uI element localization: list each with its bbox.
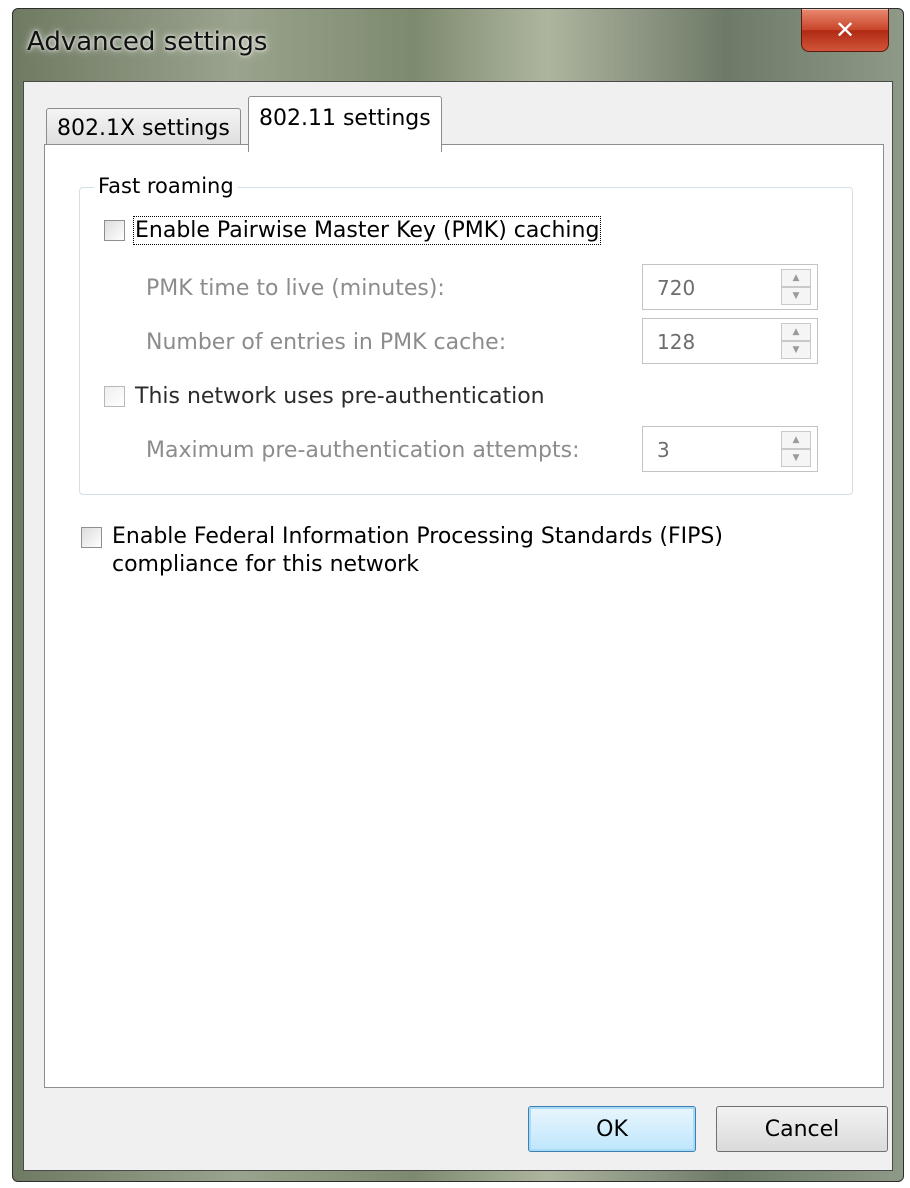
fast-roaming-legend: Fast roaming bbox=[94, 174, 238, 198]
pmk-caching-label[interactable]: Enable Pairwise Master Key (PMK) caching bbox=[132, 216, 602, 245]
pmk-entries-row: Number of entries in PMK cache: bbox=[146, 330, 506, 355]
pre-auth-checkbox[interactable] bbox=[104, 386, 125, 407]
pre-auth-attempts-spin-buttons: ▲ ▼ bbox=[781, 431, 811, 467]
advanced-settings-dialog: Advanced settings ✕ 802.1X settings 802.… bbox=[12, 8, 904, 1182]
spin-up-icon[interactable]: ▲ bbox=[781, 431, 811, 449]
pre-auth-attempts-label: Maximum pre-authentication attempts: bbox=[146, 438, 580, 463]
pmk-entries-spin-buttons: ▲ ▼ bbox=[781, 323, 811, 359]
spin-up-icon[interactable]: ▲ bbox=[781, 323, 811, 341]
pmk-entries-spinner[interactable]: 128 ▲ ▼ bbox=[642, 318, 818, 364]
tab-panel: Fast roaming Enable Pairwise Master Key … bbox=[44, 144, 884, 1088]
pmk-caching-checkbox[interactable] bbox=[104, 220, 125, 241]
pmk-ttl-value[interactable]: 720 bbox=[657, 265, 695, 311]
spin-down-icon[interactable]: ▼ bbox=[781, 341, 811, 359]
fips-checkbox[interactable] bbox=[81, 527, 102, 548]
pmk-entries-value[interactable]: 128 bbox=[657, 319, 695, 365]
spin-down-icon[interactable]: ▼ bbox=[781, 287, 811, 305]
tab-80211-settings[interactable]: 802.11 settings bbox=[248, 96, 442, 152]
pre-auth-attempts-spinner[interactable]: 3 ▲ ▼ bbox=[642, 426, 818, 472]
fips-label-line1: Enable Federal Information Processing St… bbox=[112, 524, 723, 549]
pmk-caching-row[interactable]: Enable Pairwise Master Key (PMK) caching bbox=[104, 216, 602, 245]
fips-label-line2: compliance for this network bbox=[112, 552, 419, 577]
close-icon: ✕ bbox=[834, 16, 856, 44]
pmk-entries-label: Number of entries in PMK cache: bbox=[146, 330, 507, 355]
cancel-button[interactable]: Cancel bbox=[716, 1106, 888, 1152]
pmk-ttl-spin-buttons: ▲ ▼ bbox=[781, 269, 811, 305]
pmk-ttl-spinner[interactable]: 720 ▲ ▼ bbox=[642, 264, 818, 310]
fast-roaming-group: Fast roaming Enable Pairwise Master Key … bbox=[79, 174, 853, 495]
pre-auth-label[interactable]: This network uses pre-authentication bbox=[135, 384, 545, 409]
spin-up-icon[interactable]: ▲ bbox=[781, 269, 811, 287]
title-bar[interactable]: Advanced settings ✕ bbox=[13, 9, 903, 81]
spin-down-icon[interactable]: ▼ bbox=[781, 449, 811, 467]
fips-row[interactable]: Enable Federal Information Processing St… bbox=[81, 523, 723, 579]
pre-auth-row[interactable]: This network uses pre-authentication bbox=[104, 384, 545, 409]
ok-button[interactable]: OK bbox=[528, 1106, 696, 1152]
pmk-ttl-row: PMK time to live (minutes): bbox=[146, 276, 445, 301]
dialog-title: Advanced settings bbox=[27, 27, 268, 57]
pre-auth-attempts-value[interactable]: 3 bbox=[657, 427, 670, 473]
pre-auth-attempts-row: Maximum pre-authentication attempts: bbox=[146, 438, 579, 463]
fips-label[interactable]: Enable Federal Information Processing St… bbox=[112, 523, 723, 579]
dialog-body: 802.1X settings 802.11 settings Fast roa… bbox=[23, 81, 893, 1171]
tab-8021x-settings[interactable]: 802.1X settings bbox=[46, 108, 241, 148]
pmk-ttl-label: PMK time to live (minutes): bbox=[146, 276, 445, 301]
close-button[interactable]: ✕ bbox=[801, 9, 889, 52]
